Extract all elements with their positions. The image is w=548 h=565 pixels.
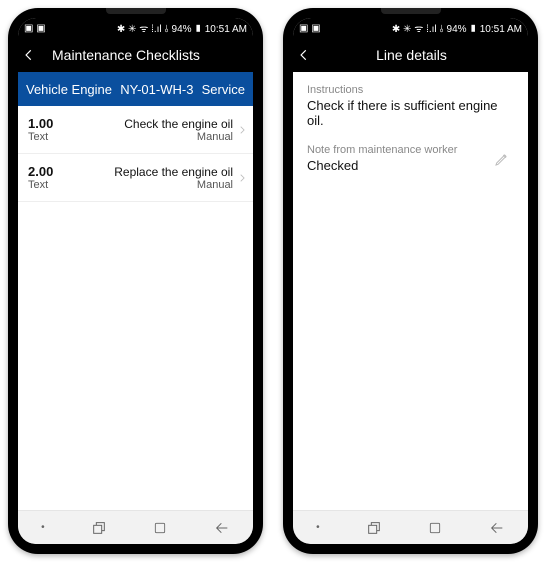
status-right-cluster: ✱ ✳ ᯤ ⁞.ıl ⫰ 94% ▮ 10:51 AM <box>390 21 522 35</box>
row-type: Text <box>28 179 53 191</box>
nav-assistant-dot[interactable]: • <box>316 522 320 533</box>
pencil-icon <box>494 151 510 167</box>
phone-device-right: ▣ ▣ ✱ ✳ ᯤ ⁞.ıl ⫰ 94% ▮ 10:51 AM Line det… <box>283 8 538 554</box>
chevron-left-icon <box>22 48 36 62</box>
app-header: Line details <box>293 38 528 72</box>
row-type: Text <box>28 131 53 143</box>
chevron-right-icon <box>237 123 249 137</box>
nav-back-button[interactable] <box>489 520 505 536</box>
instructions-block: Instructions Check if there is sufficien… <box>293 72 528 134</box>
row-mode: Manual <box>53 131 233 143</box>
status-right-cluster: ✱ ✳ ᯤ ⁞.ıl ⫰ 94% ▮ 10:51 AM <box>115 21 247 35</box>
recent-apps-icon <box>366 520 382 536</box>
back-arrow-icon <box>214 520 230 536</box>
page-title: Maintenance Checklists <box>50 47 249 63</box>
row-number: 2.00 <box>28 164 53 179</box>
back-arrow-icon <box>489 520 505 536</box>
context-asset-type: Vehicle Engine <box>26 82 112 97</box>
nav-home-button[interactable] <box>428 521 442 535</box>
note-label: Note from maintenance worker <box>307 144 494 156</box>
row-description: Replace the engine oil <box>53 165 233 179</box>
chevron-left-icon <box>297 48 311 62</box>
chevron-right-icon <box>237 171 249 185</box>
context-asset-id: NY-01-WH-3 <box>120 82 193 97</box>
nav-recent-button[interactable] <box>91 520 107 536</box>
instructions-text: Check if there is sufficient engine oil. <box>307 98 514 128</box>
recent-apps-icon <box>91 520 107 536</box>
phone-device-left: ▣ ▣ ✱ ✳ ᯤ ⁞.ıl ⫰ 94% ▮ 10:51 AM Maintena… <box>8 8 263 554</box>
nav-recent-button[interactable] <box>366 520 382 536</box>
detail-content: Instructions Check if there is sufficien… <box>293 72 528 510</box>
status-left-icons: ▣ ▣ <box>24 23 46 34</box>
page-title: Line details <box>325 47 524 63</box>
context-job-type: Service <box>202 82 245 97</box>
android-nav-bar: • <box>293 510 528 544</box>
back-button[interactable] <box>22 48 50 62</box>
note-block: Note from maintenance worker Checked <box>293 134 528 183</box>
status-bar: ▣ ▣ ✱ ✳ ᯤ ⁞.ıl ⫰ 94% ▮ 10:51 AM <box>18 18 253 38</box>
row-mode: Manual <box>53 179 233 191</box>
android-nav-bar: • <box>18 510 253 544</box>
note-text: Checked <box>307 158 494 173</box>
edit-note-button[interactable] <box>494 151 514 167</box>
screen-right: ▣ ▣ ✱ ✳ ᯤ ⁞.ıl ⫰ 94% ▮ 10:51 AM Line det… <box>293 18 528 544</box>
home-icon <box>153 521 167 535</box>
instructions-label: Instructions <box>307 84 514 96</box>
row-description: Check the engine oil <box>53 117 233 131</box>
checklist-list: 1.00 Text Check the engine oil Manual 2.… <box>18 106 253 510</box>
nav-assistant-dot[interactable]: • <box>41 522 45 533</box>
status-left-icons: ▣ ▣ <box>299 23 321 34</box>
app-header: Maintenance Checklists <box>18 38 253 72</box>
checklist-row[interactable]: 2.00 Text Replace the engine oil Manual <box>18 154 253 202</box>
nav-back-button[interactable] <box>214 520 230 536</box>
status-bar: ▣ ▣ ✱ ✳ ᯤ ⁞.ıl ⫰ 94% ▮ 10:51 AM <box>293 18 528 38</box>
screen-left: ▣ ▣ ✱ ✳ ᯤ ⁞.ıl ⫰ 94% ▮ 10:51 AM Maintena… <box>18 18 253 544</box>
back-button[interactable] <box>297 48 325 62</box>
row-number: 1.00 <box>28 116 53 131</box>
checklist-row[interactable]: 1.00 Text Check the engine oil Manual <box>18 106 253 154</box>
home-icon <box>428 521 442 535</box>
nav-home-button[interactable] <box>153 521 167 535</box>
context-bar: Vehicle Engine NY-01-WH-3 Service <box>18 72 253 106</box>
